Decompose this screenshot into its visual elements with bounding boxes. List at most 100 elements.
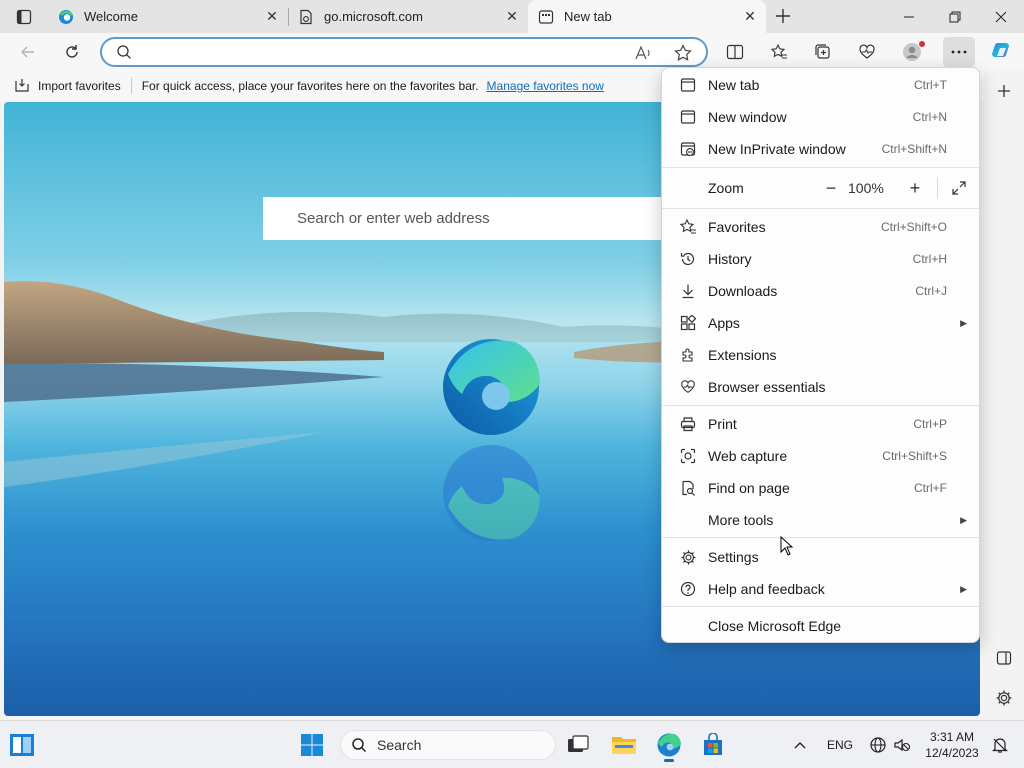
menu-item-apps[interactable]: Apps ▶ <box>666 308 977 338</box>
edge-taskbar-button[interactable] <box>653 729 685 762</box>
submenu-arrow-icon: ▶ <box>960 583 967 594</box>
favorite-star-icon[interactable] <box>672 43 694 63</box>
menu-item-downloads[interactable]: Downloads Ctrl+J <box>666 276 977 306</box>
taskbar-widgets-button[interactable] <box>6 729 38 761</box>
profile-button[interactable] <box>896 37 928 67</box>
close-tab-icon[interactable]: ✕ <box>740 7 760 27</box>
import-favorites-label: Import favorites <box>38 79 121 93</box>
menu-separator <box>662 405 979 406</box>
split-screen-icon <box>726 44 744 60</box>
fullscreen-icon <box>952 181 966 195</box>
address-input[interactable] <box>140 43 610 61</box>
menu-item-label: New tab <box>708 77 760 93</box>
sidebar-toggle-icon <box>996 651 1012 665</box>
close-tab-icon[interactable]: ✕ <box>262 7 282 27</box>
tab-actions-button[interactable] <box>8 5 40 29</box>
menu-item-label: Browser essentials <box>708 379 826 395</box>
search-icon <box>352 738 367 753</box>
menu-item-find-on-page[interactable]: Find on page Ctrl+F <box>666 473 977 503</box>
tab-go-microsoft[interactable]: go.microsoft.com ✕ <box>288 0 529 33</box>
history-icon <box>674 251 702 267</box>
minimize-button[interactable] <box>886 0 932 33</box>
menu-item-new-inprivate-window[interactable]: New InPrivate window Ctrl+Shift+N <box>666 134 977 164</box>
settings-and-more-menu: New tab Ctrl+T New window Ctrl+N New InP… <box>661 67 980 643</box>
menu-item-web-capture[interactable]: Web capture Ctrl+Shift+S <box>666 441 977 471</box>
back-arrow-icon <box>21 46 34 58</box>
split-screen-button[interactable] <box>719 37 751 67</box>
zoom-out-button[interactable]: − <box>816 174 846 202</box>
printer-icon <box>674 416 702 432</box>
menu-item-more-tools[interactable]: More tools ▶ <box>666 505 977 535</box>
menu-item-shortcut: Ctrl+J <box>915 284 947 298</box>
language-indicator[interactable]: ENG <box>827 738 853 752</box>
menu-item-label: Settings <box>708 549 759 565</box>
close-tab-icon[interactable]: ✕ <box>502 7 522 27</box>
menu-item-extensions[interactable]: Extensions <box>666 340 977 370</box>
toolbar <box>0 33 1024 71</box>
task-view-button[interactable] <box>562 729 594 761</box>
heart-pulse-icon <box>674 379 702 395</box>
ntp-search-box[interactable]: Search or enter web address <box>263 197 703 240</box>
start-button[interactable] <box>296 729 328 761</box>
menu-item-label: Print <box>708 416 737 432</box>
new-tab-button[interactable] <box>770 4 796 28</box>
menu-item-label: Help and feedback <box>708 581 825 597</box>
menu-item-favorites[interactable]: Favorites Ctrl+Shift+O <box>666 212 977 242</box>
address-bar[interactable] <box>100 37 708 67</box>
show-hidden-icons-button[interactable] <box>784 729 816 761</box>
zoom-value: 100% <box>848 180 884 196</box>
tab-title: Welcome <box>84 9 138 24</box>
tab-new-tab[interactable]: New tab ✕ <box>528 0 766 33</box>
hide-sidebar-button[interactable] <box>988 643 1020 673</box>
browser-essentials-button[interactable] <box>851 37 883 67</box>
sidebar-settings-button[interactable] <box>988 683 1020 713</box>
taskbar-search-box[interactable]: Search <box>340 730 556 760</box>
menu-item-label: Extensions <box>708 347 777 363</box>
close-window-button[interactable] <box>978 0 1024 33</box>
menu-item-settings[interactable]: Settings <box>666 542 977 572</box>
menu-item-help-and-feedback[interactable]: Help and feedback ▶ <box>666 574 977 604</box>
collections-button[interactable] <box>807 37 839 67</box>
menu-item-new-tab[interactable]: New tab Ctrl+T <box>666 70 977 100</box>
refresh-button[interactable] <box>56 37 88 67</box>
restore-button[interactable] <box>932 0 978 33</box>
ntp-search-placeholder: Search or enter web address <box>297 210 490 227</box>
widgets-icon <box>10 734 34 756</box>
favorites-button[interactable] <box>763 37 795 67</box>
clock-time: 3:31 AM <box>929 730 975 744</box>
fullscreen-button[interactable] <box>944 174 974 202</box>
menu-item-shortcut: Ctrl+Shift+O <box>880 220 947 234</box>
newtab-page-icon <box>538 9 554 25</box>
submenu-arrow-icon: ▶ <box>960 317 967 328</box>
gear-icon <box>996 690 1012 706</box>
plus-icon <box>998 85 1010 97</box>
manage-favorites-link[interactable]: Manage favorites now <box>487 79 604 93</box>
notifications-button[interactable] <box>984 729 1016 761</box>
download-icon <box>674 283 702 299</box>
menu-separator <box>662 208 979 209</box>
menu-item-history[interactable]: History Ctrl+H <box>666 244 977 274</box>
settings-and-more-button[interactable] <box>943 37 975 67</box>
menu-item-label: History <box>708 251 752 267</box>
menu-item-browser-essentials[interactable]: Browser essentials <box>666 372 977 402</box>
favorites-icon <box>674 218 702 236</box>
back-button[interactable] <box>12 37 44 67</box>
volume-button[interactable] <box>886 729 918 761</box>
windows-logo-icon <box>301 734 323 756</box>
zoom-in-button[interactable]: + <box>900 174 930 202</box>
menu-item-shortcut: Ctrl+H <box>912 252 947 266</box>
store-button[interactable] <box>697 729 729 761</box>
taskbar-clock[interactable]: 3:31 AM 12/4/2023 <box>920 729 984 761</box>
menu-separator <box>662 537 979 538</box>
mouse-cursor-icon <box>780 536 794 556</box>
menu-item-new-window[interactable]: New window Ctrl+N <box>666 102 977 132</box>
sidebar-add-button[interactable] <box>988 76 1020 106</box>
file-explorer-button[interactable] <box>608 729 640 761</box>
tab-welcome[interactable]: Welcome ✕ <box>48 0 289 33</box>
new-window-icon <box>674 109 702 125</box>
menu-item-close-microsoft-edge[interactable]: Close Microsoft Edge <box>666 611 977 641</box>
copilot-button[interactable] <box>986 37 1018 67</box>
read-aloud-icon[interactable] <box>632 43 654 63</box>
import-favorites-button[interactable]: Import favorites <box>14 78 121 94</box>
menu-item-print[interactable]: Print Ctrl+P <box>666 409 977 439</box>
